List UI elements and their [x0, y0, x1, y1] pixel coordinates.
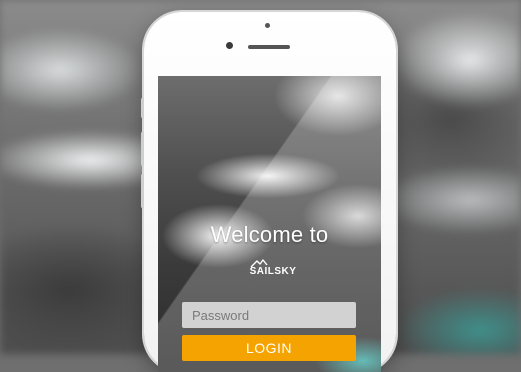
phone-volume-up-button [141, 132, 144, 166]
phone-mute-switch [141, 98, 144, 118]
password-input[interactable] [182, 302, 356, 328]
phone-earpiece-speaker [248, 45, 290, 49]
phone-front-camera [226, 42, 233, 49]
phone-mockup: Welcome to SAILSKY LOGIN [141, 12, 396, 372]
phone-volume-down-button [141, 174, 144, 208]
login-button[interactable]: LOGIN [182, 335, 356, 361]
welcome-heading: Welcome to [210, 222, 329, 247]
phone-sensor [265, 23, 270, 28]
logo-wordmark: SAILSKY [249, 266, 297, 277]
login-screen: Welcome to SAILSKY LOGIN [158, 76, 381, 372]
sailsky-logo: SAILSKY [248, 258, 298, 282]
